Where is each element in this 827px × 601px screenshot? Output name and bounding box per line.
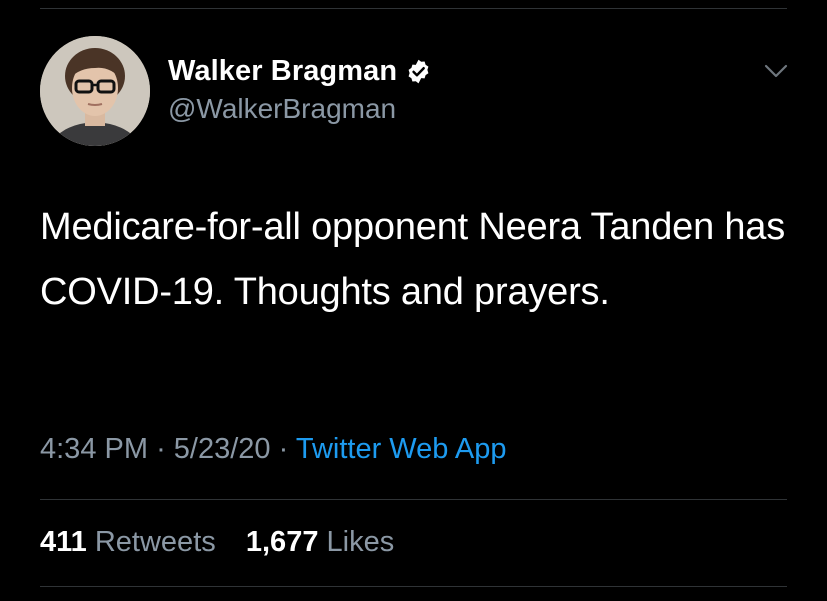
meta-separator: · — [278, 433, 289, 465]
stats-divider — [40, 499, 787, 500]
bottom-divider — [40, 586, 787, 587]
likes-stat[interactable]: 1,677 Likes — [246, 526, 394, 558]
retweets-stat[interactable]: 411 Retweets — [40, 526, 224, 558]
avatar-photo — [40, 36, 150, 146]
verified-badge-icon — [405, 58, 432, 85]
avatar[interactable] — [40, 36, 150, 146]
tweet-source-link[interactable]: Twitter Web App — [296, 433, 507, 465]
top-divider — [40, 8, 787, 9]
author-handle[interactable]: @WalkerBragman — [168, 93, 396, 125]
author-name-row[interactable]: Walker Bragman — [168, 52, 432, 90]
tweet-meta: 4:34 PM · 5/23/20 · Twitter Web App — [40, 433, 506, 466]
chevron-down-icon[interactable] — [762, 60, 790, 82]
retweets-label: Retweets — [94, 526, 216, 558]
retweets-count: 411 — [40, 526, 87, 558]
likes-label: Likes — [326, 526, 395, 558]
tweet-text: Medicare-for-all opponent Neera Tanden h… — [40, 206, 786, 313]
author-display-name[interactable]: Walker Bragman — [168, 55, 397, 88]
tweet-date[interactable]: 5/23/20 — [174, 433, 271, 465]
tweet-stats: 411 Retweets 1,677 Likes — [40, 526, 394, 559]
meta-separator: · — [156, 433, 166, 465]
tweet-time[interactable]: 4:34 PM — [40, 433, 148, 465]
likes-count: 1,677 — [245, 526, 319, 558]
